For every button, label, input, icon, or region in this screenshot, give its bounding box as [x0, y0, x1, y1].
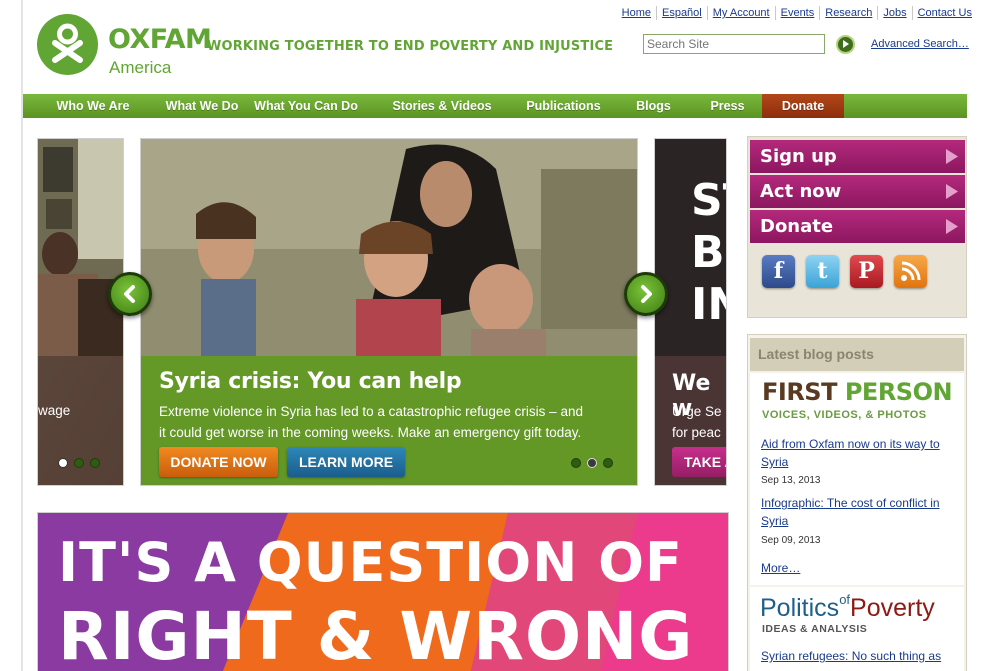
blog-heading: Latest blog posts [750, 338, 964, 371]
slide-prev-text: wage [38, 403, 71, 418]
brand-name[interactable]: OXFAM [108, 25, 212, 55]
nav-what-you-can-do[interactable]: What You Can Do [241, 94, 371, 118]
nav-press[interactable]: Press [693, 94, 762, 118]
pinterest-icon[interactable]: P [850, 255, 883, 288]
carousel-next-arrow-icon[interactable] [624, 272, 668, 316]
sidebar-donate-button[interactable]: Donate [750, 210, 965, 243]
carousel-dot[interactable] [90, 458, 100, 468]
carousel-dot[interactable] [74, 458, 84, 468]
utility-link-jobs[interactable]: Jobs [877, 6, 911, 20]
blog-post-title-line: Syria [761, 455, 789, 469]
pinterest-glyph: P [858, 258, 875, 284]
utility-nav: Home Español My Account Events Research … [617, 6, 977, 20]
blog-post-title-line: Aid from Oxfam now on its way to [761, 437, 940, 451]
nav-what-we-do[interactable]: What We Do [163, 94, 241, 118]
chevron-right-icon [946, 219, 958, 234]
carousel-slide-next[interactable]: ST BE IN We w Urge Se for peac TAKE A [654, 138, 727, 486]
facebook-glyph: f [773, 258, 784, 284]
latest-blog-posts: Latest blog posts FIRST PERSON VOICES, V… [747, 334, 967, 671]
first-person-logo[interactable]: FIRST PERSON [762, 378, 953, 406]
search-go-icon[interactable] [836, 35, 855, 54]
blog-post-date: Sep 13, 2013 [761, 475, 821, 486]
banner-headline-line-2: RIGHT & WRONG [58, 598, 694, 671]
donate-now-button[interactable]: DONATE NOW [159, 447, 278, 477]
slide-next-headline-line: IN [691, 279, 726, 330]
slide-photo [141, 139, 637, 356]
carousel-dot[interactable] [571, 458, 581, 468]
slide-text-line: for peac [672, 425, 721, 440]
politics-of-poverty-subtitle: IDEAS & ANALYSIS [762, 623, 868, 635]
chevron-right-icon [946, 184, 958, 199]
blog-post-title-line: Syria [761, 514, 789, 528]
act-now-button[interactable]: Act now [750, 175, 965, 208]
tagline: WORKING TOGETHER TO END POVERTY AND INJU… [207, 38, 614, 54]
page: OXFAM America WORKING TOGETHER TO END PO… [0, 0, 993, 671]
nav-publications[interactable]: Publications [513, 94, 614, 118]
first-person-word-1: FIRST [762, 378, 845, 406]
sign-up-button[interactable]: Sign up [750, 140, 965, 173]
utility-link-contact[interactable]: Contact Us [911, 6, 977, 20]
chevron-right-icon [946, 149, 958, 164]
nav-stories-videos[interactable]: Stories & Videos [371, 94, 513, 118]
utility-link-my-account[interactable]: My Account [706, 6, 775, 20]
campaign-banner[interactable]: IT'S A QUESTION OF RIGHT & WRONG [37, 512, 729, 671]
rss-icon[interactable] [894, 255, 927, 288]
oxfam-logo-icon[interactable] [37, 14, 98, 75]
main-nav: Who We Are What We Do What You Can Do St… [23, 94, 967, 118]
twitter-glyph: t [817, 258, 828, 284]
slide-next-headline-line: BE [691, 227, 726, 278]
slide-text-line: Urge Se [672, 404, 722, 419]
blog-post-link[interactable]: Aid from Oxfam now on its way to Syria [761, 435, 956, 471]
slide-title[interactable]: Syria crisis: You can help [159, 368, 462, 396]
first-person-subtitle: VOICES, VIDEOS, & PHOTOS [762, 409, 927, 421]
slide-prev-dots [58, 458, 100, 468]
nav-blogs[interactable]: Blogs [614, 94, 693, 118]
slide-text: Extreme violence in Syria has led to a c… [159, 401, 629, 443]
banner-headline-line-1: IT'S A QUESTION OF [58, 531, 683, 594]
pop-word-poverty: Poverty [850, 594, 935, 622]
slide-dots [571, 458, 613, 468]
carousel-dot[interactable] [603, 458, 613, 468]
twitter-icon[interactable]: t [806, 255, 839, 288]
act-now-label: Act now [760, 181, 842, 202]
blog-post-date: Sep 09, 2013 [761, 535, 821, 546]
facebook-icon[interactable]: f [762, 255, 795, 288]
carousel-prev-arrow-icon[interactable] [108, 272, 152, 316]
more-posts-link[interactable]: More… [761, 561, 800, 575]
carousel-slide-main[interactable]: Syria crisis: You can help Extreme viole… [140, 138, 638, 486]
blog-post-title-line: Infographic: The cost of conflict in [761, 496, 940, 510]
learn-more-button[interactable]: LEARN MORE [287, 447, 405, 477]
slide-next-text: Urge Se for peac [672, 401, 722, 443]
first-person-word-2: PERSON [844, 378, 953, 406]
sign-up-label: Sign up [760, 146, 837, 167]
utility-link-events[interactable]: Events [774, 6, 820, 20]
utility-link-research[interactable]: Research [819, 6, 877, 20]
slide-text-line: it could get worse in the coming weeks. … [159, 425, 582, 440]
carousel-dot[interactable] [587, 458, 597, 468]
search-input[interactable] [643, 34, 825, 54]
blog-post-link[interactable]: Infographic: The cost of conflict in Syr… [761, 494, 956, 530]
slide-photo [38, 139, 123, 356]
sidebar-donate-label: Donate [760, 216, 834, 237]
carousel-dot[interactable] [58, 458, 68, 468]
carousel-slide-prev[interactable]: wage [37, 138, 124, 486]
pop-word-politics: Politics [760, 594, 840, 622]
brand-sub[interactable]: America [109, 58, 171, 78]
utility-link-espanol[interactable]: Español [655, 6, 707, 20]
pop-word-of: of [839, 592, 851, 607]
blog-post-link[interactable]: Syrian refugees: No such thing as [761, 649, 941, 663]
utility-link-home[interactable]: Home [617, 6, 656, 20]
advanced-search-link[interactable]: Advanced Search… [871, 38, 969, 50]
sidebar-actions: Sign up Act now Donate f t P [747, 136, 967, 318]
slide-next-headline: ST BE IN [691, 175, 726, 331]
politics-of-poverty-logo[interactable]: PoliticsofPoverty [760, 592, 935, 627]
slide-text-line: Extreme violence in Syria has led to a c… [159, 404, 583, 419]
slide-next-headline-line: ST [691, 175, 726, 226]
nav-who-we-are[interactable]: Who We Are [23, 94, 163, 118]
nav-donate[interactable]: Donate [762, 94, 844, 118]
take-action-button[interactable]: TAKE A [672, 447, 726, 477]
